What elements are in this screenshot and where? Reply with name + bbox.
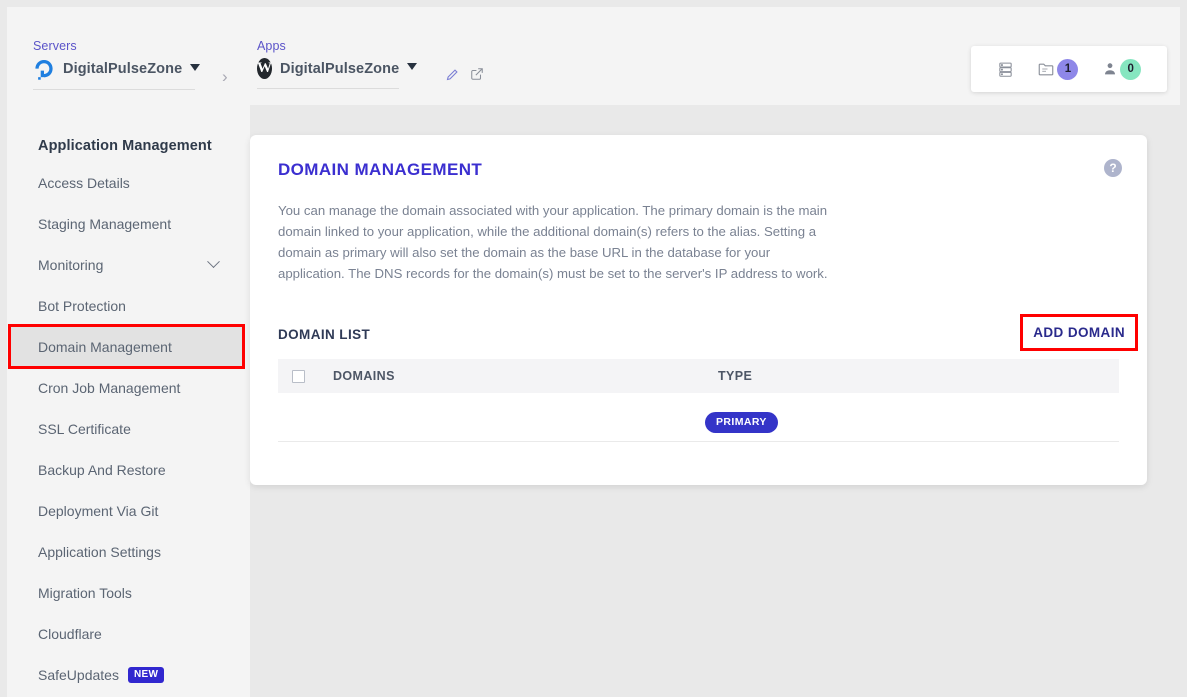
stat-apps[interactable]: 1 — [1037, 58, 1079, 80]
folder-icon — [1039, 63, 1054, 76]
sidebar-item-label: Migration Tools — [38, 584, 132, 601]
sidebar-item-safeupdates[interactable]: SafeUpdates NEW — [7, 654, 250, 695]
sidebar-item-migration-tools[interactable]: Migration Tools — [7, 572, 250, 613]
caret-down-icon[interactable] — [407, 63, 418, 70]
new-badge: NEW — [127, 666, 165, 683]
stats-card: 1 0 — [971, 46, 1167, 92]
sidebar-item-bot-protection[interactable]: Bot Protection — [7, 285, 250, 326]
sidebar-item-label: Backup And Restore — [38, 461, 166, 478]
sidebar-item-ssl-certificate[interactable]: SSL Certificate — [7, 408, 250, 449]
add-domain-button[interactable]: ADD DOMAIN — [1020, 314, 1138, 351]
sidebar-item-cloudflare[interactable]: Cloudflare — [7, 613, 250, 654]
table-header-row: DOMAINS TYPE — [278, 359, 1119, 393]
sidebar-item-domain-management[interactable]: Domain Management — [8, 324, 245, 369]
help-circle-icon[interactable]: ? — [1104, 159, 1122, 177]
stat-servers[interactable] — [997, 61, 1014, 78]
sidebar-item-label: Deployment Via Git — [38, 502, 159, 519]
sidebar-item-label: Domain Management — [38, 338, 172, 355]
caret-down-icon[interactable] — [190, 63, 201, 71]
chevron-right-icon: › — [222, 67, 228, 86]
sidebar-item-label: SafeUpdates — [38, 666, 119, 683]
sidebar-item-monitoring[interactable]: Monitoring — [7, 244, 250, 285]
users-count-badge: 0 — [1120, 58, 1142, 80]
sidebar-item-label: Application Settings — [38, 543, 161, 560]
sidebar-item-label: Bot Protection — [38, 297, 126, 314]
breadcrumb-apps: Apps W DigitalPulseZone — [257, 39, 418, 89]
status-badge: PRIMARY — [705, 411, 778, 433]
stat-users[interactable]: 0 — [1102, 58, 1142, 80]
sidebar-item-label: Staging Management — [38, 215, 172, 232]
sidebar-item-cron-job-management[interactable]: Cron Job Management — [7, 367, 250, 408]
domain-management-card: DOMAIN MANAGEMENT ? You can manage the d… — [250, 135, 1147, 485]
cell-domain — [278, 403, 705, 442]
sidebar-item-backup-and-restore[interactable]: Backup And Restore — [7, 449, 250, 490]
server-stack-icon — [999, 62, 1012, 77]
apps-count-badge: 1 — [1057, 58, 1079, 80]
sidebar-item-application-settings[interactable]: Application Settings — [7, 531, 250, 572]
select-all-checkbox[interactable] — [292, 369, 305, 383]
sidebar-item-label: Cron Job Management — [38, 379, 181, 396]
digitalocean-logo-icon — [33, 58, 55, 80]
sidebar-item-label: SSL Certificate — [38, 420, 131, 437]
page-description: You can manage the domain associated wit… — [278, 203, 828, 282]
domain-list-title: DOMAIN LIST — [278, 327, 371, 342]
wordpress-logo-icon: W — [257, 58, 272, 79]
user-icon — [1105, 63, 1116, 75]
server-name: DigitalPulseZone — [63, 61, 183, 77]
sidebar-title: Application Management — [38, 138, 212, 154]
sidebar-item-label: Monitoring — [38, 256, 104, 273]
app-name: DigitalPulseZone — [280, 60, 400, 77]
cell-type: PRIMARY — [705, 403, 1119, 442]
top-bar: Servers DigitalPulseZone › Apps W Digita… — [7, 7, 1180, 105]
column-header-type: TYPE — [718, 369, 753, 383]
sidebar-item-label: Access Details — [38, 174, 130, 191]
breadcrumb-servers: Servers DigitalPulseZone — [33, 39, 201, 90]
column-header-domains: DOMAINS — [333, 369, 395, 383]
apps-label: Apps — [257, 39, 286, 53]
sidebar: Application Management Access Details Sta… — [7, 105, 250, 697]
sidebar-item-staging-management[interactable]: Staging Management — [7, 203, 250, 244]
external-link-icon[interactable] — [470, 67, 484, 81]
servers-label: Servers — [33, 39, 77, 53]
table-row[interactable]: PRIMARY — [278, 403, 1119, 442]
page-title: DOMAIN MANAGEMENT — [278, 160, 483, 179]
sidebar-item-access-details[interactable]: Access Details — [7, 162, 250, 203]
sidebar-item-deployment-via-git[interactable]: Deployment Via Git — [7, 490, 250, 531]
sidebar-item-label: Cloudflare — [38, 625, 102, 642]
chevron-down-icon[interactable] — [207, 255, 220, 269]
pencil-icon[interactable] — [445, 67, 460, 82]
sidebar-nav: Access Details Staging Management Monitori… — [7, 162, 250, 695]
